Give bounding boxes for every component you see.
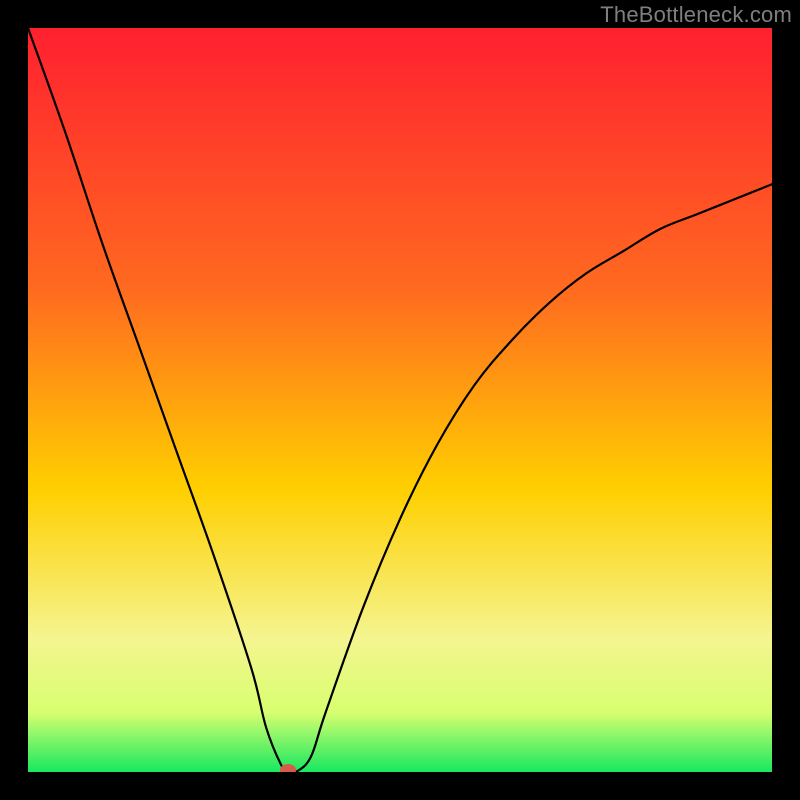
curve-layer (28, 28, 772, 772)
vertex-dot (280, 764, 296, 772)
chart-frame: TheBottleneck.com (0, 0, 800, 800)
watermark-text: TheBottleneck.com (600, 2, 792, 28)
bottleneck-curve (28, 28, 772, 772)
plot-area (28, 28, 772, 772)
